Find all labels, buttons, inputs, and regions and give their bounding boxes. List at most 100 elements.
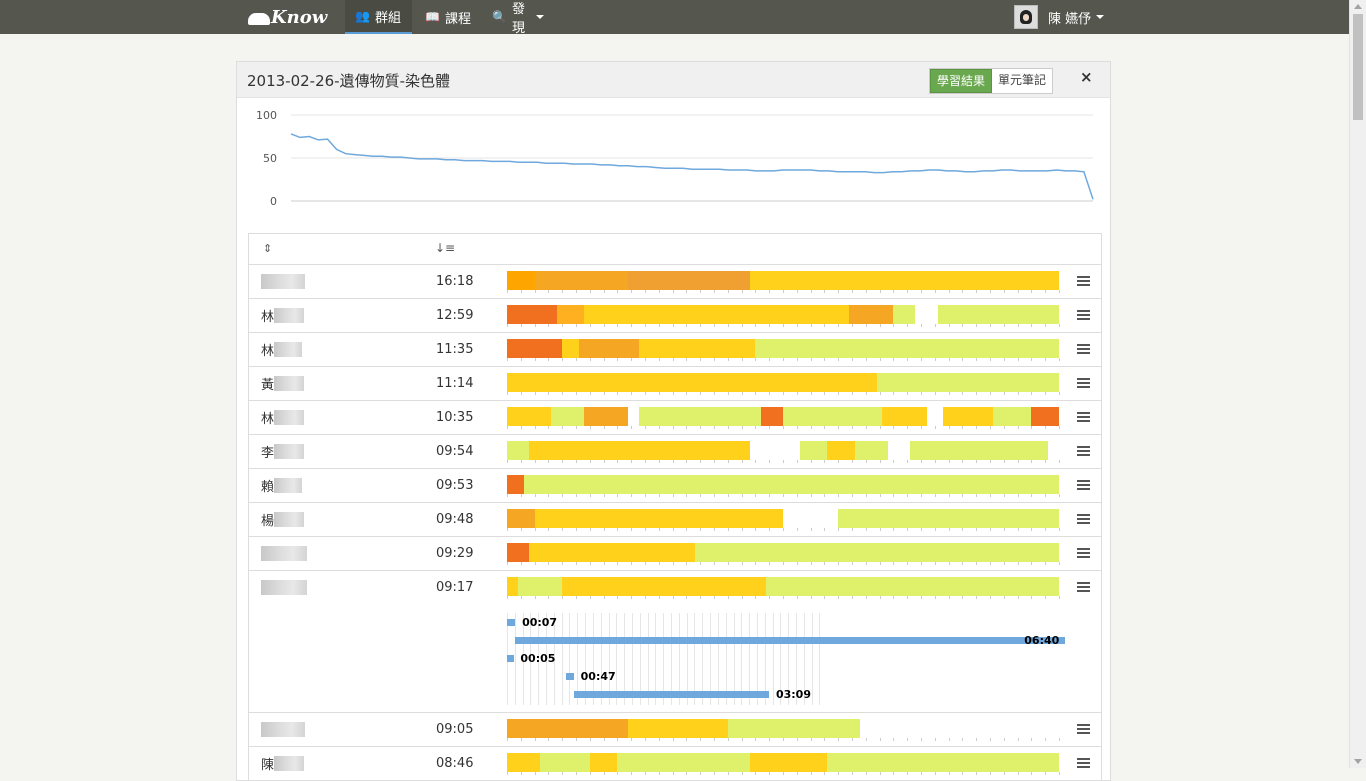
heatmap-tick [603,358,605,361]
nav-courses[interactable]: 📖 課程 [415,0,481,34]
progress-heatmap[interactable] [507,577,1060,599]
progress-heatmap[interactable] [507,407,1060,429]
scroll-thumb[interactable] [1353,14,1363,120]
heatmap-tick [907,460,909,463]
heatmap-tick [893,358,895,361]
heatmap-tick [617,528,619,531]
heatmap-tick [1003,528,1005,531]
heatmap-tick [700,290,702,293]
heatmap-tick [990,290,991,293]
heatmap-tick [714,772,715,775]
user-menu[interactable]: 陳 嬿伃 [1014,0,1105,34]
progress-heatmap[interactable] [507,271,1060,293]
heatmap-tick [1045,494,1047,497]
progress-heatmap[interactable] [507,339,1060,361]
heatmap-tick [672,392,674,395]
heatmap-tick [824,772,826,775]
sort-name-icon[interactable]: ⇕ [263,242,272,255]
row-menu-icon[interactable] [1077,724,1090,735]
heatmap-tick [534,392,536,395]
heatmap-segment [755,339,1059,358]
heatmap-tick [548,358,550,361]
table-row[interactable]: 賴 09:53 [249,469,1101,503]
sort-time-icon[interactable]: ↓≡ [435,241,455,255]
row-menu-icon[interactable] [1077,276,1090,287]
table-row[interactable]: 陳 08:46 [249,747,1101,780]
heatmap-tick [700,392,702,395]
brand-logo[interactable]: Know [248,5,327,29]
heatmap-tick [658,596,660,599]
progress-heatmap[interactable] [507,475,1060,497]
heatmap-tick [838,460,840,463]
progress-heatmap[interactable] [507,509,1060,531]
table-row[interactable]: 林 12:59 [249,299,1101,333]
table-row[interactable]: 黃 11:14 [249,367,1101,401]
heatmap-tick [1017,772,1019,775]
tab-learning-results[interactable]: 學習結果 [930,69,993,93]
student-name [261,721,305,737]
row-menu-icon[interactable] [1077,378,1090,389]
row-menu-icon[interactable] [1077,548,1090,559]
row-menu-icon[interactable] [1077,446,1090,457]
progress-heatmap[interactable] [507,373,1060,395]
heatmap-segment [639,339,756,358]
heatmap-tick [948,392,950,395]
heatmap-tick [658,562,660,565]
heatmap-tick [769,494,771,497]
heatmap-tick [548,460,550,463]
page-scrollbar[interactable] [1349,0,1366,768]
heatmap-tick [1031,562,1033,565]
heatmap-tick [852,494,853,497]
detail-gridline [811,613,813,705]
table-row[interactable]: 09:05 [249,713,1101,747]
nav-discover[interactable]: 🔍 發現 [482,0,554,36]
watch-time: 10:35 [436,410,474,425]
progress-heatmap[interactable] [507,441,1060,463]
heatmap-tick [852,528,853,531]
tab-unit-notes[interactable]: 單元筆記 [992,69,1052,93]
close-icon[interactable]: × [1080,68,1093,86]
row-menu-icon[interactable] [1077,582,1090,593]
row-menu-icon[interactable] [1077,514,1090,525]
row-menu-icon[interactable] [1077,310,1090,321]
row-menu-icon[interactable] [1077,480,1090,491]
playback-bar [507,655,514,662]
playback-bar [515,637,1065,644]
row-menu-icon[interactable] [1077,758,1090,769]
heatmap-tick [990,772,991,775]
scroll-down-icon[interactable] [1354,759,1362,764]
scroll-up-icon[interactable] [1354,4,1362,9]
table-row[interactable]: 李 09:54 [249,435,1101,469]
row-menu-icon[interactable] [1077,344,1090,355]
heatmap-tick [907,290,909,293]
watch-time: 09:29 [436,546,474,561]
heatmap-tick [810,460,812,463]
table-row[interactable]: 林 11:35 [249,333,1101,367]
table-row[interactable]: 楊 09:48 [249,503,1101,537]
table-row[interactable]: 林 10:35 [249,401,1101,435]
heatmap-tick [672,772,674,775]
heatmap-tick [852,460,853,463]
progress-heatmap[interactable] [507,753,1060,775]
progress-heatmap[interactable] [507,543,1060,565]
blurred-name [261,579,307,595]
heatmap-tick [1059,772,1060,775]
heatmap-tick [741,494,743,497]
progress-heatmap[interactable] [507,719,1060,741]
heatmap-tick [617,358,619,361]
table-row[interactable]: 16:18 [249,265,1101,299]
heatmap-tick [948,596,950,599]
heatmap-tick [1045,324,1047,327]
table-row[interactable]: 09:29 [249,537,1101,571]
heatmap-tick [1003,460,1005,463]
row-menu-icon[interactable] [1077,412,1090,423]
heatmap-tick [507,562,508,565]
heatmap-tick [879,528,881,531]
progress-heatmap[interactable] [507,305,1060,327]
heatmap-tick [1003,426,1005,429]
nav-groups[interactable]: 👥 群組 [345,0,412,34]
heatmap-tick [783,494,784,497]
heatmap-tick [838,528,840,531]
table-row[interactable]: 09:17 00:07 06:40 00:05 00:47 03:09 [249,571,1101,713]
heatmap-tick [658,772,660,775]
